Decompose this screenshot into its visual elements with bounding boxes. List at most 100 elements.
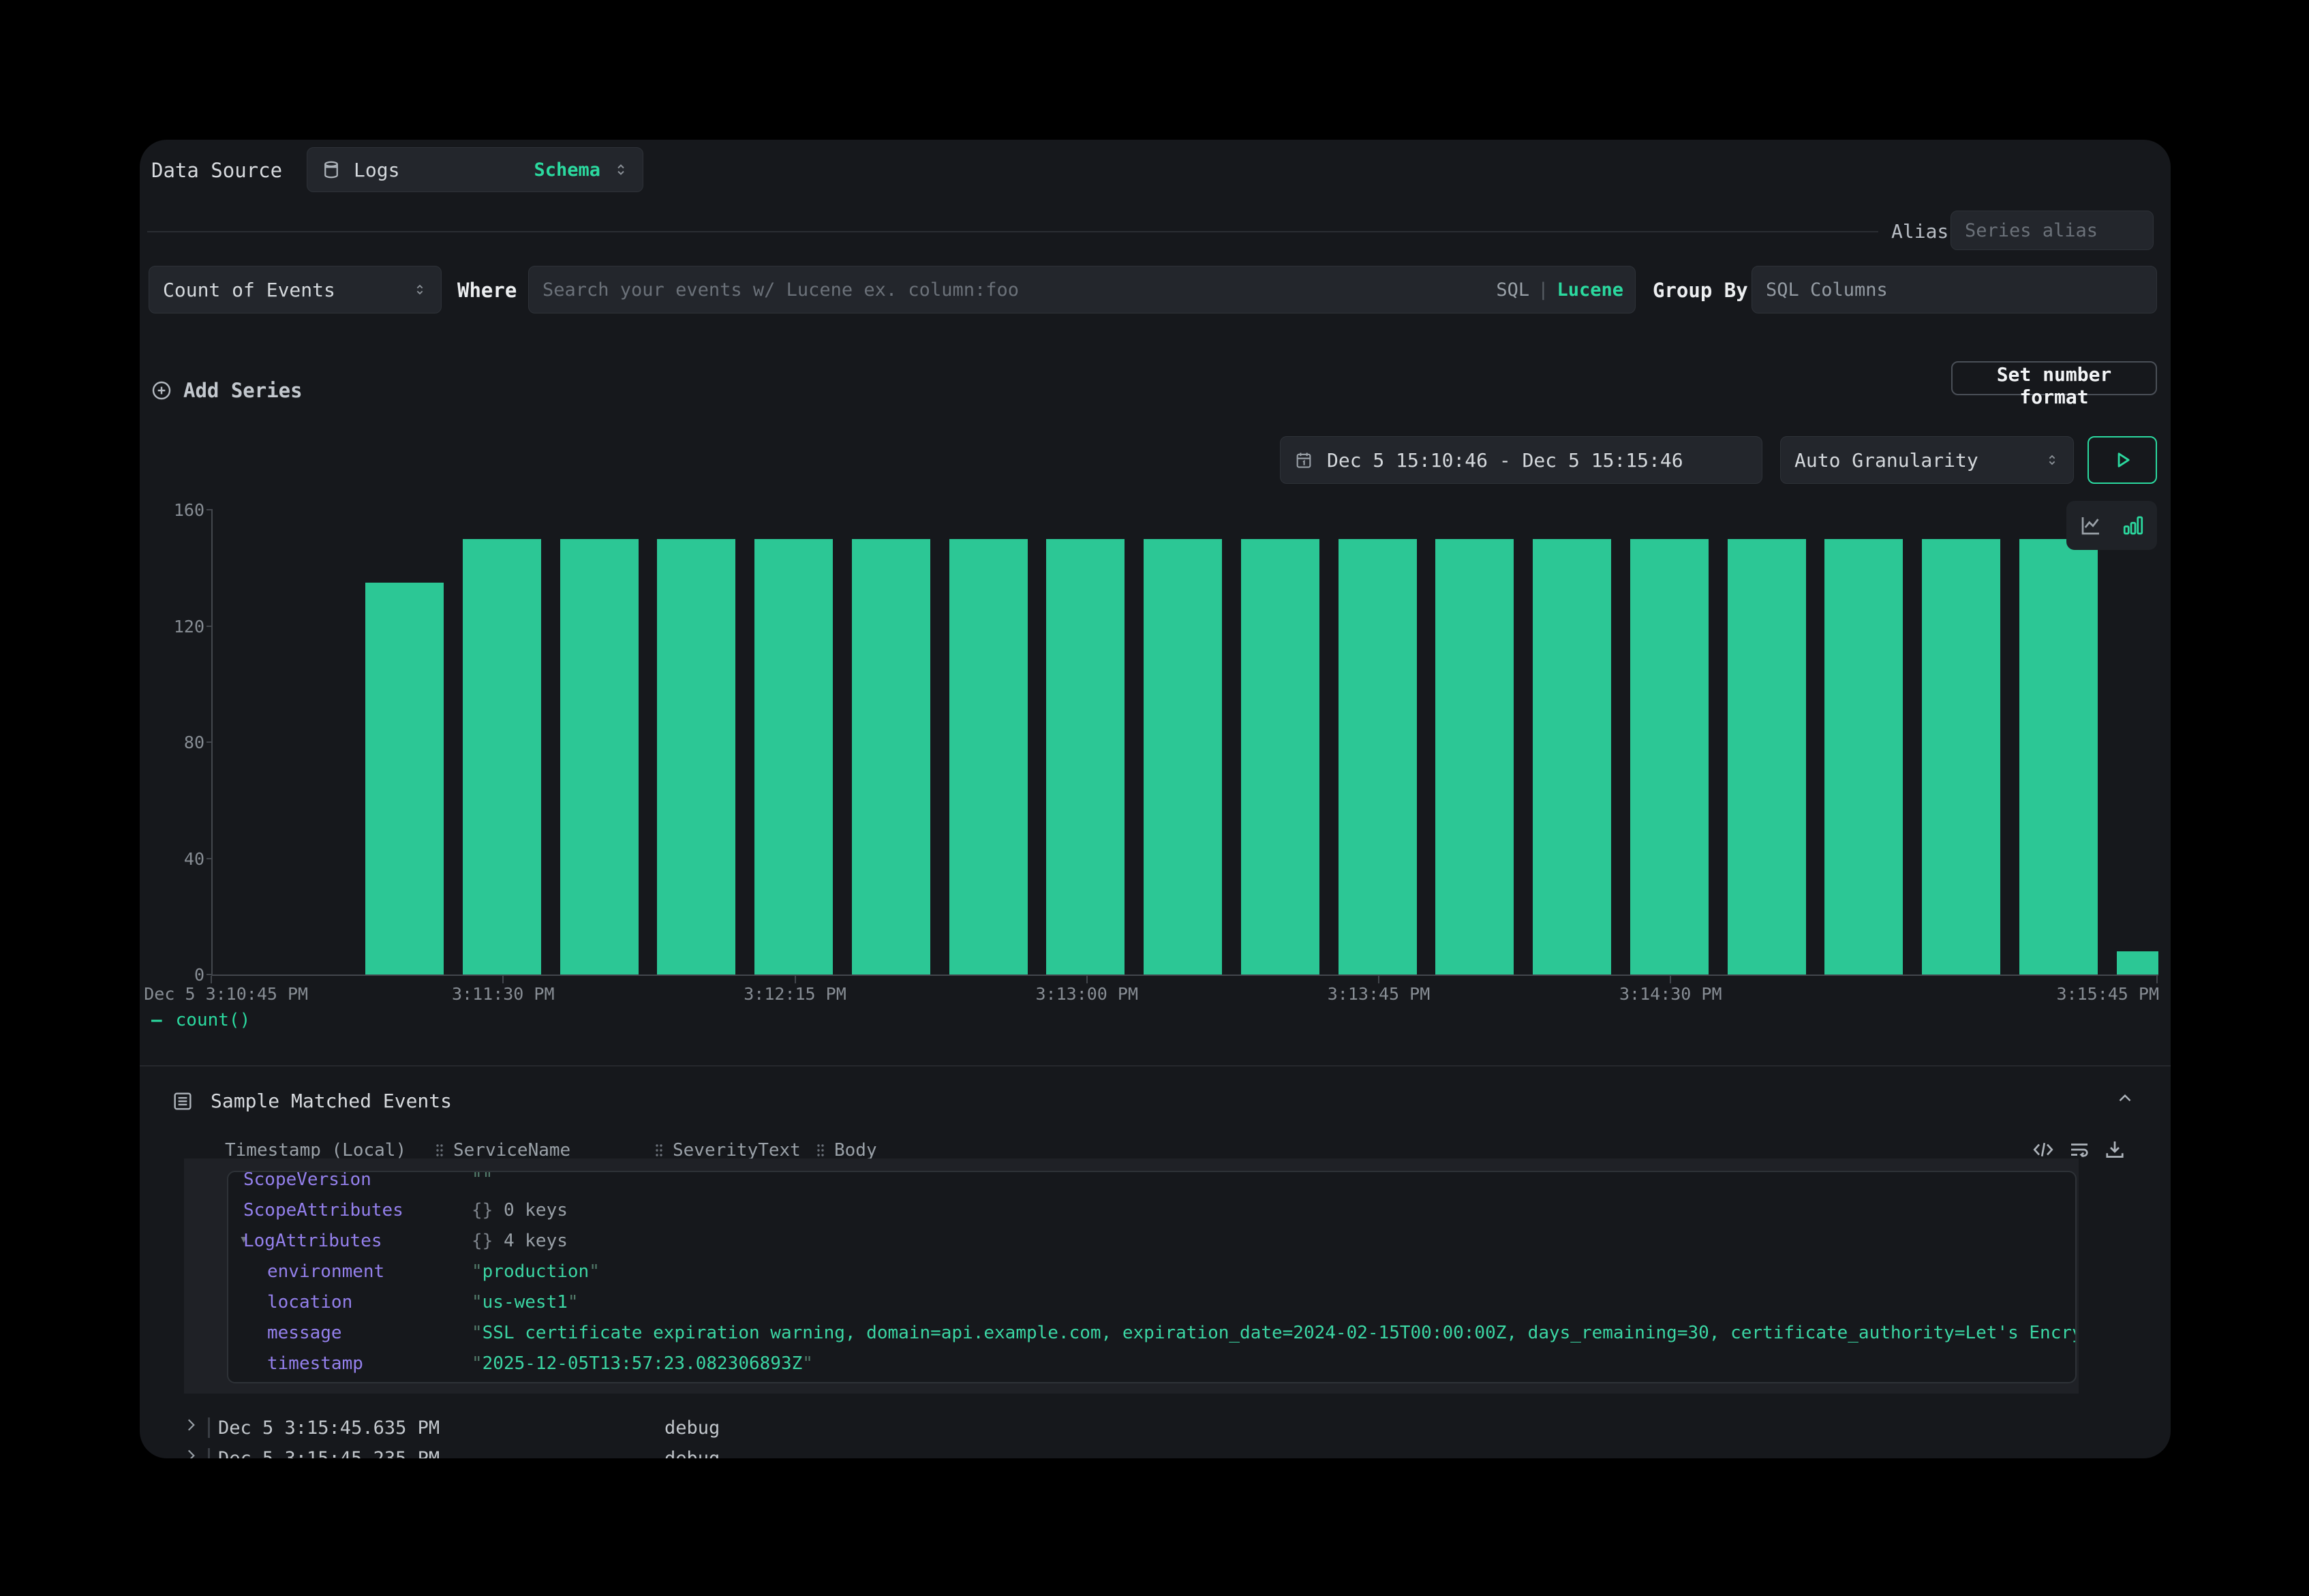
schema-link[interactable]: Schema [534, 159, 600, 181]
column-body[interactable]: Body [814, 1140, 877, 1161]
granularity-select[interactable]: Auto Granularity [1780, 436, 2074, 484]
bar-chart-icon[interactable] [2121, 513, 2145, 538]
attribute-value: "" [472, 1171, 493, 1190]
attribute-key: timestamp [267, 1353, 363, 1374]
attribute-row-timestamp[interactable]: timestamp"2025-12-05T13:57:23.082306893Z… [228, 1348, 2075, 1379]
attribute-key: ScopeAttributes [243, 1200, 403, 1221]
attribute-key: message [267, 1323, 342, 1343]
event-attributes-tree: ScopeVersion "" ScopeAttributes{} 0 keys▾L… [227, 1171, 2077, 1383]
row-divider [208, 1448, 210, 1458]
drag-handle-icon[interactable] [814, 1142, 827, 1158]
y-axis: 04080120160 [140, 510, 204, 975]
group-by-label: Group By [1653, 279, 1748, 302]
events-chart[interactable]: 04080120160 Dec 5 3:10:45 PM3:11:30 PM3:… [140, 510, 2157, 975]
toggle-separator: | [1538, 279, 1548, 301]
data-source-label: Data Source [151, 159, 282, 182]
add-series-button[interactable]: Add Series [151, 375, 303, 405]
chart-bar [1922, 539, 2000, 975]
attribute-row-location[interactable]: location "us-west1" [228, 1287, 2075, 1317]
events-title: Sample Matched Events [211, 1090, 452, 1112]
attribute-key: location [267, 1292, 352, 1313]
chart-bar [1241, 539, 1319, 975]
severity-cell: debug [664, 1417, 720, 1439]
x-axis-tick-label: 3:14:30 PM [1619, 984, 1722, 1004]
chart-bar [2117, 951, 2158, 975]
attribute-row-logattributes[interactable]: ▾LogAttributes{} 4 keys [228, 1225, 2075, 1256]
chart-bar [657, 539, 735, 975]
chart-bar [463, 539, 541, 975]
chart-bar [1728, 539, 1806, 975]
chart-bar [1046, 539, 1125, 975]
attribute-key: environment [267, 1261, 384, 1282]
attribute-row-message[interactable]: message "SSL certificate expiration warni… [228, 1317, 2075, 1348]
chart-type-toggle [2066, 501, 2157, 550]
column-severitytext[interactable]: SeverityText [652, 1140, 801, 1161]
aggregation-select[interactable]: Count of Events [149, 266, 442, 313]
sql-option[interactable]: SQL [1496, 279, 1529, 301]
date-range-picker[interactable]: Dec 5 15:10:46 - Dec 5 15:15:46 [1280, 436, 1762, 484]
y-axis-tick-label: 120 [140, 617, 204, 636]
query-language-toggle[interactable]: SQL | Lucene [1496, 266, 1623, 313]
data-source-value: Logs [354, 159, 399, 181]
set-number-format-button[interactable]: Set number format [1951, 361, 2157, 395]
x-axis-tick-label: 3:12:15 PM [744, 984, 846, 1004]
series-alias-input[interactable] [1951, 211, 2154, 250]
run-query-button[interactable] [2088, 436, 2157, 484]
search-input[interactable] [528, 266, 1636, 313]
expanded-event-row: ScopeVersion "" ScopeAttributes{} 0 keys▾L… [184, 1158, 2079, 1394]
event-row[interactable]: Dec 5 3:15:45.635 PM debug [140, 1412, 2171, 1443]
chart-bar [365, 583, 444, 975]
x-axis-tick-label: Dec 5 3:10:45 PM [144, 984, 308, 1004]
divider [147, 231, 1878, 232]
collapse-chevron-icon[interactable] [2115, 1088, 2135, 1109]
chart-bar [1339, 539, 1417, 975]
event-row[interactable]: Dec 5 3:15:45.235 PM debug [140, 1443, 2171, 1458]
y-axis-tick-label: 160 [140, 500, 204, 520]
chart-bar [2019, 539, 2098, 975]
timestamp-cell: Dec 5 3:15:45.235 PM [218, 1448, 440, 1458]
row-divider [208, 1417, 210, 1438]
attribute-value: "SSL certificate expiration warning, dom… [472, 1323, 2077, 1343]
chart-bar [1533, 539, 1611, 975]
y-axis-tick-label: 80 [140, 733, 204, 752]
chart-bar [1435, 539, 1514, 975]
alias-label: Alias [1891, 220, 1948, 243]
chart-bar [852, 539, 930, 975]
expand-chevron-icon[interactable] [182, 1416, 200, 1439]
attribute-row-scopeversion[interactable]: ScopeVersion "" [228, 1171, 2075, 1195]
lucene-option[interactable]: Lucene [1557, 279, 1623, 301]
column-servicename[interactable]: ServiceName [433, 1140, 570, 1161]
attribute-row-environment[interactable]: environment"production" [228, 1256, 2075, 1287]
download-icon[interactable] [2102, 1137, 2127, 1167]
drag-handle-icon[interactable] [433, 1142, 446, 1158]
attribute-row-scopeattributes[interactable]: ScopeAttributes{} 0 keys [228, 1195, 2075, 1225]
chart-plot-area[interactable] [211, 510, 2158, 976]
aggregation-value: Count of Events [163, 279, 335, 301]
timestamp-cell: Dec 5 3:15:45.635 PM [218, 1417, 440, 1439]
date-range-value: Dec 5 15:10:46 - Dec 5 15:15:46 [1327, 449, 1683, 472]
x-axis-tick-label: 3:13:00 PM [1035, 984, 1138, 1004]
group-by-input[interactable] [1752, 266, 2157, 313]
chart-bar [1144, 539, 1222, 975]
severity-cell: debug [664, 1448, 720, 1458]
y-axis-tick-label: 0 [140, 965, 204, 985]
attribute-key: ScopeVersion [243, 1171, 371, 1190]
expand-chevron-icon[interactable] [182, 1447, 200, 1458]
chart-legend: — count() [151, 1007, 250, 1034]
attribute-value: "us-west1" [472, 1292, 579, 1313]
events-header: Sample Matched Events [171, 1086, 452, 1116]
where-label: Where [457, 279, 517, 302]
chevron-updown-icon [2045, 452, 2060, 467]
chart-bar [1630, 539, 1709, 975]
y-axis-tick-label: 40 [140, 849, 204, 869]
line-chart-icon[interactable] [2079, 513, 2103, 538]
chart-bar [560, 539, 639, 975]
drag-handle-icon[interactable] [652, 1142, 666, 1158]
attribute-key: LogAttributes [243, 1231, 382, 1251]
add-series-label: Add Series [183, 379, 303, 402]
column-timestamp[interactable]: Timestamp (Local) [225, 1140, 406, 1161]
granularity-value: Auto Granularity [1794, 449, 1978, 472]
data-source-select[interactable]: Logs Schema [307, 147, 643, 192]
play-icon [2111, 448, 2134, 472]
search-box[interactable]: SQL | Lucene [528, 266, 1636, 313]
